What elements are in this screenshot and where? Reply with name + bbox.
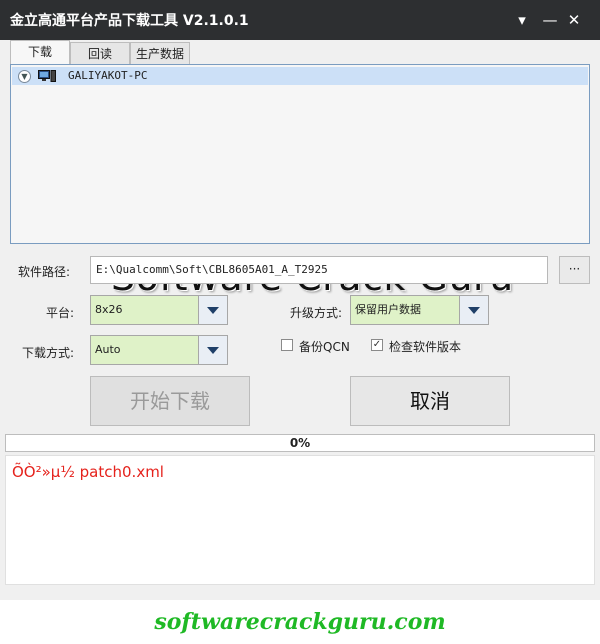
progress-text: 0% [289, 436, 311, 450]
backup-qcn-label: 备份QCN [299, 340, 350, 354]
download-mode-label: 下载方式: [22, 346, 75, 360]
upgrade-mode-value: 保留用户数据 [355, 303, 421, 316]
chevron-down-icon[interactable] [459, 296, 488, 324]
tab-download[interactable]: 下载 [10, 40, 70, 64]
backup-qcn-checkbox[interactable] [281, 339, 293, 351]
log-line: ÕÒ²»µ½ patch0.xml [12, 463, 164, 481]
log-panel[interactable]: ÕÒ²»µ½ patch0.xml [5, 455, 595, 585]
software-path-label: 软件路径: [18, 265, 71, 279]
tab-production-data[interactable]: 生产数据 [130, 42, 190, 64]
check-software-label: 检查软件版本 [389, 340, 462, 354]
tab-readback[interactable]: 回读 [70, 42, 130, 64]
chevron-down-icon[interactable] [198, 336, 227, 364]
title-bar: 金立高通平台产品下载工具 V2.1.0.1 ▾ — ✕ [0, 0, 600, 40]
tree-item-device[interactable]: ▼ GALIYAKOT-PC [12, 67, 588, 85]
download-mode-select[interactable]: Auto [90, 335, 228, 365]
device-name: GALIYAKOT-PC [68, 69, 148, 82]
upgrade-mode-label: 升级方式: [290, 306, 343, 320]
platform-select[interactable]: 8x26 [90, 295, 228, 325]
browse-button[interactable]: ··· [559, 256, 590, 284]
window-title: 金立高通平台产品下载工具 V2.1.0.1 [10, 13, 249, 29]
cancel-button[interactable]: 取消 [350, 376, 510, 426]
check-software-checkbox[interactable]: ✓ [371, 339, 383, 351]
download-mode-value: Auto [95, 343, 121, 356]
close-icon[interactable]: ✕ [562, 8, 586, 32]
expand-icon[interactable]: ▼ [18, 70, 31, 83]
chevron-down-icon[interactable] [198, 296, 227, 324]
menu-dropdown-icon[interactable]: ▾ [510, 8, 534, 32]
upgrade-mode-select[interactable]: 保留用户数据 [350, 295, 489, 325]
footer-url: softwarecrackguru.com [154, 609, 446, 635]
device-tree[interactable]: ▼ GALIYAKOT-PC Software Crack Guru [10, 64, 590, 299]
start-download-button[interactable]: 开始下载 [90, 376, 250, 426]
progress-bar: 0% [5, 434, 595, 452]
minimize-icon[interactable]: — [538, 8, 562, 32]
software-path-input[interactable]: E:\Qualcomm\Soft\CBL8605A01_A_T2925 [90, 256, 548, 284]
computer-icon [38, 70, 56, 82]
platform-label: 平台: [46, 306, 75, 320]
platform-value: 8x26 [95, 303, 123, 316]
